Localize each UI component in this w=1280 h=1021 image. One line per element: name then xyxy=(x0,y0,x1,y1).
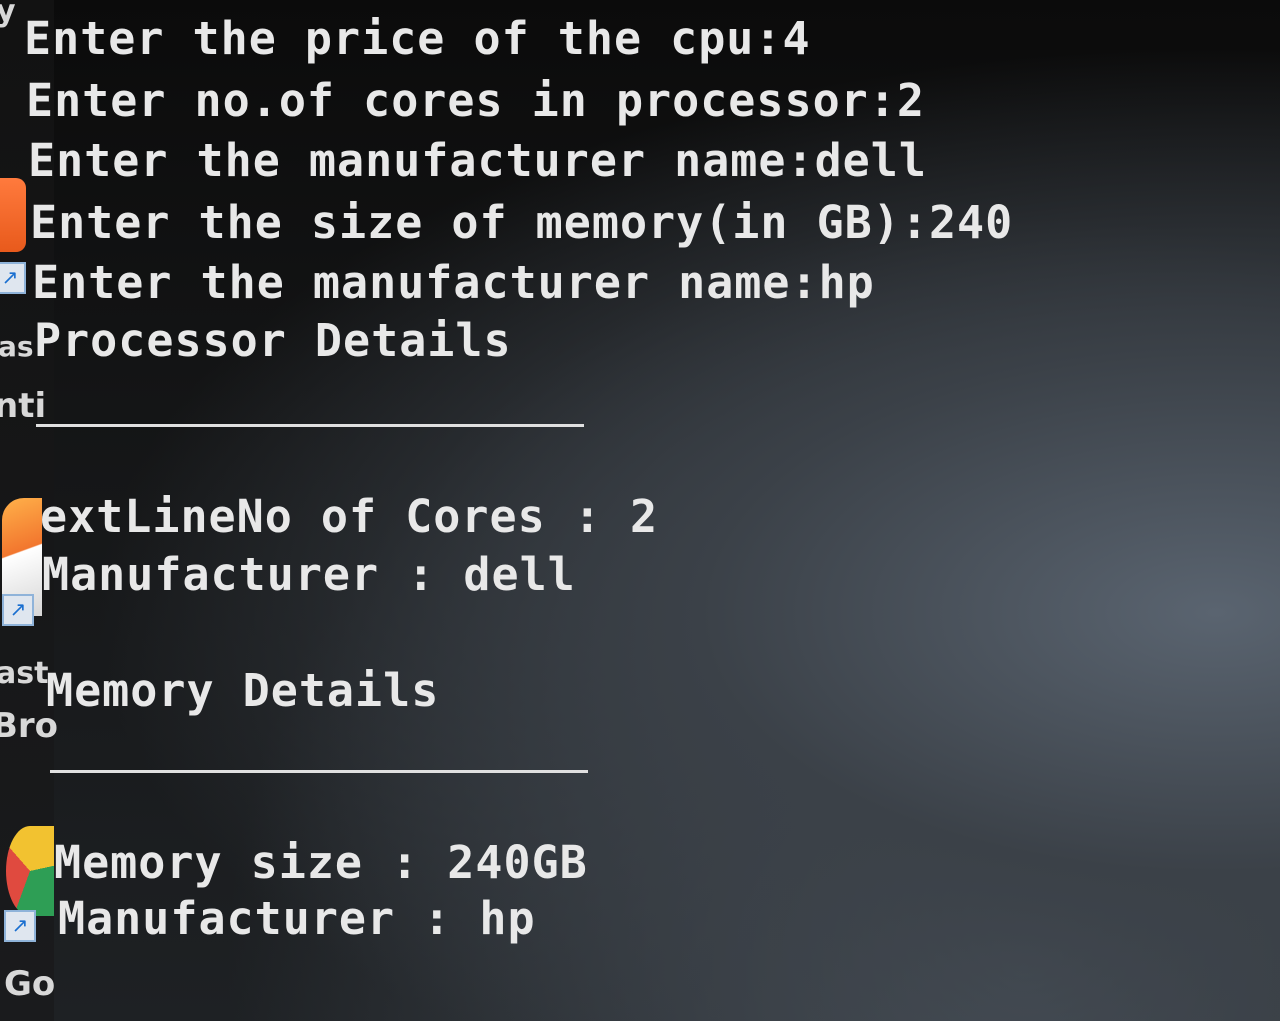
memory-details-divider xyxy=(50,770,588,773)
memory-details-heading: Memory Details xyxy=(46,664,440,717)
console-line: Enter the manufacturer name:dell xyxy=(28,134,927,187)
console-line: Enter the manufacturer name:hp xyxy=(32,256,875,309)
processor-details-heading: Processor Details xyxy=(34,314,512,367)
console-line: Enter the size of memory(in GB):240 xyxy=(30,196,1014,249)
console-line: extLineNo of Cores : 2 xyxy=(40,490,659,543)
console-line: Manufacturer : hp xyxy=(58,892,536,945)
console-line: Memory size : 240GB xyxy=(54,836,588,889)
console-line: Enter the price of the cpu:4 xyxy=(24,12,811,65)
console-window[interactable]: Enter the price of the cpu:4 Enter no.of… xyxy=(22,0,1280,1021)
console-line: Enter no.of cores in processor:2 xyxy=(26,74,925,127)
processor-details-divider xyxy=(36,424,584,427)
console-line: Manufacturer : dell xyxy=(42,548,576,601)
screen: y ↗ as nti ↗ ast Bro ↗ Go Enter the pric… xyxy=(0,0,1280,1021)
desktop-label-fragment: y xyxy=(0,0,16,29)
